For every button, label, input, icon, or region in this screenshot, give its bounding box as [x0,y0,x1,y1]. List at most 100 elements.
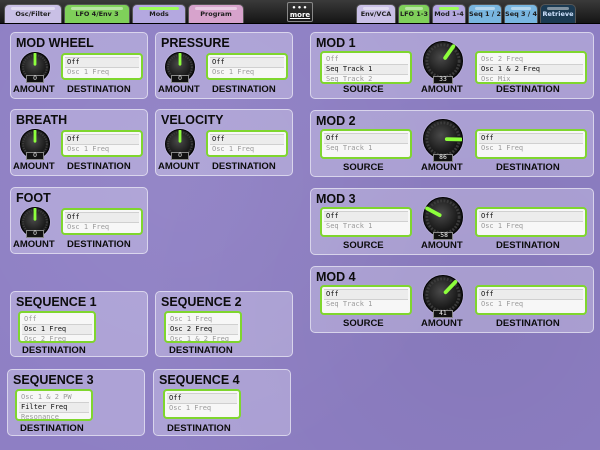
list-option[interactable]: Osc 1 & 2 Freq [479,64,583,75]
list-option[interactable]: Osc 1 Freq [210,145,284,154]
list-option[interactable]: Filter Freq [19,402,89,413]
destination-list[interactable]: Off Osc 1 Freq [61,53,143,80]
amount-label: AMOUNT [421,240,463,251]
tab-lfo4-env3[interactable]: LFO 4/Env 3 [64,4,130,23]
destination-label: DESTINATION [212,161,276,172]
destination-label: DESTINATION [67,239,131,250]
list-option[interactable]: Seq Track 1 [324,300,408,309]
list-option[interactable]: Seq Track 1 [324,222,408,231]
list-option[interactable]: Osc 1 Freq [479,300,583,309]
list-option[interactable]: Off [167,393,237,404]
destination-list[interactable]: Off Osc 1 Freq Osc 2 Freq [18,311,96,343]
list-option[interactable]: Osc 2 Freq [479,55,583,64]
tab-mod-1-4[interactable]: Mod 1-4 [432,4,466,23]
source-label: SOURCE [343,240,384,251]
amount-knob[interactable] [423,41,463,81]
more-button[interactable]: ••• more [287,2,313,22]
source-list[interactable]: Off Seq Track 1 [320,285,412,315]
panel-sequence-1: SEQUENCE 1 Off Osc 1 Freq Osc 2 Freq DESTI… [10,291,148,357]
list-option[interactable]: Off [324,289,408,300]
list-option[interactable]: Osc 1 Freq [65,145,139,154]
tab-lfo-1-3[interactable]: LFO 1-3 [398,4,430,23]
list-option[interactable]: Osc 1 Freq [22,324,92,335]
destination-list[interactable]: Osc 2 Freq Osc 1 & 2 Freq Osc Mix [475,51,587,84]
list-option[interactable]: Off [479,133,583,144]
panel-title: MOD WHEEL [16,36,94,50]
destination-list[interactable]: Off Osc 1 Freq [475,129,587,159]
amount-label: AMOUNT [158,84,200,95]
amount-value: 0 [171,152,189,160]
destination-list[interactable]: Osc 1 Freq Osc 2 Freq Osc 1 & 2 Freq [164,311,242,343]
list-option[interactable]: Off [65,212,139,223]
list-option[interactable]: Off [65,57,139,68]
tab-program[interactable]: Program [188,4,244,23]
list-option[interactable]: Off [210,134,284,145]
destination-list[interactable]: Off Osc 1 Freq [206,53,288,80]
knob-graphic [425,43,461,79]
tab-retrieve[interactable]: Retrieve [540,4,576,23]
destination-list[interactable]: Off Osc 1 Freq [61,208,143,235]
list-option[interactable]: Off [324,133,408,144]
list-option[interactable]: Osc 1 Freq [479,144,583,153]
panel-pressure: PRESSURE 0 AMOUNT Off Osc 1 Freq DESTINAT… [155,32,293,99]
amount-knob[interactable] [423,275,463,315]
panel-title: PRESSURE [161,36,230,50]
source-list[interactable]: Off Seq Track 1 Seq Track 2 [320,51,412,84]
list-option[interactable]: Off [324,55,408,64]
list-option[interactable]: Off [324,211,408,222]
list-option[interactable]: Seq Track 1 [324,64,408,75]
list-option[interactable]: Osc 1 & 2 PW [19,393,89,402]
amount-value: 0 [26,75,44,83]
amount-label: AMOUNT [13,239,55,250]
knob-graphic [425,121,462,157]
list-option[interactable]: Osc 1 Freq [210,68,284,77]
list-option[interactable]: Osc 1 Freq [479,222,583,231]
list-option[interactable]: Osc 1 & 2 Freq [168,335,238,344]
destination-list[interactable]: Off Osc 1 Freq [163,389,241,419]
amount-value: 0 [26,152,44,160]
list-option[interactable]: Osc 2 Freq [22,335,92,344]
amount-knob[interactable] [423,119,463,159]
source-list[interactable]: Off Seq Track 1 [320,129,412,159]
panel-title: BREATH [16,113,68,127]
list-option[interactable]: Off [65,134,139,145]
panel-mod-2: MOD 2 Off Seq Track 1 SOURCE 86 AMOUNT Of… [310,110,594,177]
list-option[interactable]: Osc Mix [479,75,583,84]
list-option[interactable]: Off [479,211,583,222]
destination-list[interactable]: Off Osc 1 Freq [475,285,587,315]
tab-mods[interactable]: Mods [132,4,186,23]
list-option[interactable]: Osc 1 Freq [168,315,238,324]
knob-indicator [443,44,456,60]
panel-foot: FOOT 0 AMOUNT Off Osc 1 Freq DESTINATION [10,187,148,254]
panel-sequence-4: SEQUENCE 4 Off Osc 1 Freq DESTINATION [153,369,291,436]
tab-osc-filter[interactable]: Osc/Filter [4,4,62,23]
source-label: SOURCE [343,318,384,329]
destination-list[interactable]: Off Osc 1 Freq [475,207,587,237]
list-option[interactable]: Seq Track 2 [324,75,408,84]
list-option[interactable]: Osc 2 Freq [168,324,238,335]
list-option[interactable]: Resonance [19,413,89,422]
destination-list[interactable]: Osc 1 & 2 PW Filter Freq Resonance [15,389,93,421]
source-label: SOURCE [343,84,384,95]
tab-env-vca[interactable]: Env/VCA [356,4,396,23]
destination-list[interactable]: Off Osc 1 Freq [61,130,143,157]
amount-value: -58 [433,232,453,240]
list-option[interactable]: Off [479,289,583,300]
source-list[interactable]: Off Seq Track 1 [320,207,412,237]
destination-list[interactable]: Off Osc 1 Freq [206,130,288,157]
list-option[interactable]: Off [22,315,92,324]
list-option[interactable]: Off [210,57,284,68]
panel-title: MOD 3 [316,192,356,206]
more-label: more [289,11,311,19]
list-option[interactable]: Seq Track 1 [324,144,408,153]
list-option[interactable]: Osc 1 Freq [65,223,139,232]
panel-mod-wheel: MOD WHEEL 0 AMOUNT Off Osc 1 Freq DESTINA… [10,32,148,99]
list-option[interactable]: Osc 1 Freq [65,68,139,77]
top-bar: Osc/Filter LFO 4/Env 3 Mods Program ••• … [0,0,600,24]
amount-knob[interactable] [423,197,463,237]
panel-mod-1: MOD 1 Off Seq Track 1 Seq Track 2 SOURCE 3… [310,32,594,99]
list-option[interactable]: Osc 1 Freq [167,404,237,413]
panel-title: MOD 4 [316,270,356,284]
tab-seq-1-2[interactable]: Seq 1 / 2 [468,4,502,23]
tab-seq-3-4[interactable]: Seq 3 / 4 [504,4,538,23]
